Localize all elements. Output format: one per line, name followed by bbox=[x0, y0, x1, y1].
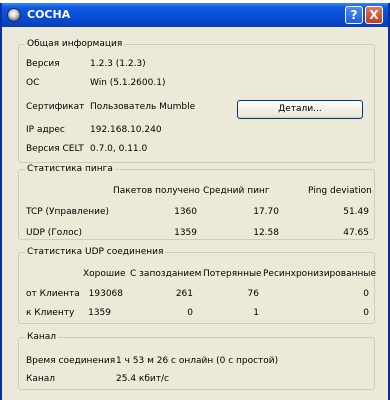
ping-row-avg: 12.58 bbox=[253, 228, 279, 238]
connection-time-value: 1 ч 53 м 26 с онлайн (0 с простой) bbox=[116, 356, 279, 366]
certificate-value: Пользователь Mumble bbox=[90, 102, 196, 112]
udp-header-resync: Ресинхронизированные bbox=[263, 269, 377, 279]
ip-label: IP адрес bbox=[26, 125, 65, 135]
window-title: СОСНА bbox=[27, 8, 71, 21]
bandwidth-label: Канал bbox=[26, 374, 56, 384]
os-label: ОС bbox=[26, 78, 40, 88]
ping-header-deviation: Ping deviation bbox=[308, 186, 372, 196]
help-button[interactable]: ? bbox=[345, 6, 363, 24]
udp-stats-legend: Статистика UDP соединения bbox=[27, 247, 164, 257]
udp-row-resync: 0 bbox=[363, 289, 369, 299]
version-value: 1.2.3 (1.2.3) bbox=[90, 59, 146, 69]
general-info-group: Общая информация Версия 1.2.3 (1.2.3) ОС… bbox=[18, 39, 375, 163]
celt-value: 0.7.0, 0.11.0 bbox=[90, 144, 148, 154]
connection-time-label: Время соединения bbox=[26, 356, 116, 366]
celt-label: Версия CELT bbox=[26, 144, 84, 154]
ping-row-label: UDP (Голос) bbox=[26, 228, 83, 238]
details-button[interactable]: Детали... bbox=[237, 100, 363, 119]
udp-row-label: от Клиента bbox=[26, 289, 80, 299]
general-info-legend: Общая информация bbox=[27, 39, 123, 49]
mumble-app-icon bbox=[7, 8, 21, 22]
certificate-label: Сертификат bbox=[26, 102, 85, 112]
udp-header-lost: Потерянные bbox=[203, 269, 262, 279]
udp-row-late: 0 bbox=[187, 308, 193, 318]
udp-row-good: 193068 bbox=[88, 289, 123, 299]
udp-row-resync: 0 bbox=[363, 308, 369, 318]
udp-header-good: Хорошие bbox=[83, 269, 126, 279]
bandwidth-value: 25.4 кбит/с bbox=[116, 374, 169, 384]
dialog-window: СОСНА ? X Общая информация Версия 1.2.3 … bbox=[0, 3, 390, 400]
udp-row-late: 261 bbox=[175, 289, 193, 299]
title-bar[interactable]: СОСНА ? X bbox=[2, 3, 388, 27]
udp-stats-group: Статистика UDP соединения Хорошие С запо… bbox=[18, 247, 377, 324]
ping-header-avg: Средний пинг bbox=[203, 186, 270, 196]
udp-row-lost: 1 bbox=[253, 308, 259, 318]
channel-legend: Канал bbox=[27, 332, 57, 342]
ping-row-avg: 17.70 bbox=[253, 207, 279, 217]
channel-group: Канал Время соединения 1 ч 53 м 26 с онл… bbox=[18, 332, 375, 390]
ping-row-deviation: 51.49 bbox=[343, 207, 369, 217]
ping-row-deviation: 47.65 bbox=[343, 228, 369, 238]
close-button[interactable]: X bbox=[365, 6, 383, 24]
ping-row-packets: 1360 bbox=[174, 207, 197, 217]
os-value: Win (5.1.2600.1) bbox=[90, 78, 166, 88]
ping-stats-legend: Статистика пинга bbox=[27, 164, 113, 174]
udp-header-late: С запозданием bbox=[130, 269, 202, 279]
ping-header-packets: Пакетов получено bbox=[113, 186, 200, 196]
ping-row-label: TCP (Управление) bbox=[26, 207, 110, 217]
ping-stats-group: Статистика пинга Пакетов получено Средни… bbox=[18, 164, 375, 240]
udp-row-lost: 76 bbox=[247, 289, 259, 299]
ip-value: 192.168.10.240 bbox=[90, 125, 162, 135]
ping-row-packets: 1359 bbox=[174, 228, 197, 238]
udp-row-good: 1359 bbox=[88, 308, 111, 318]
version-label: Версия bbox=[26, 59, 60, 69]
